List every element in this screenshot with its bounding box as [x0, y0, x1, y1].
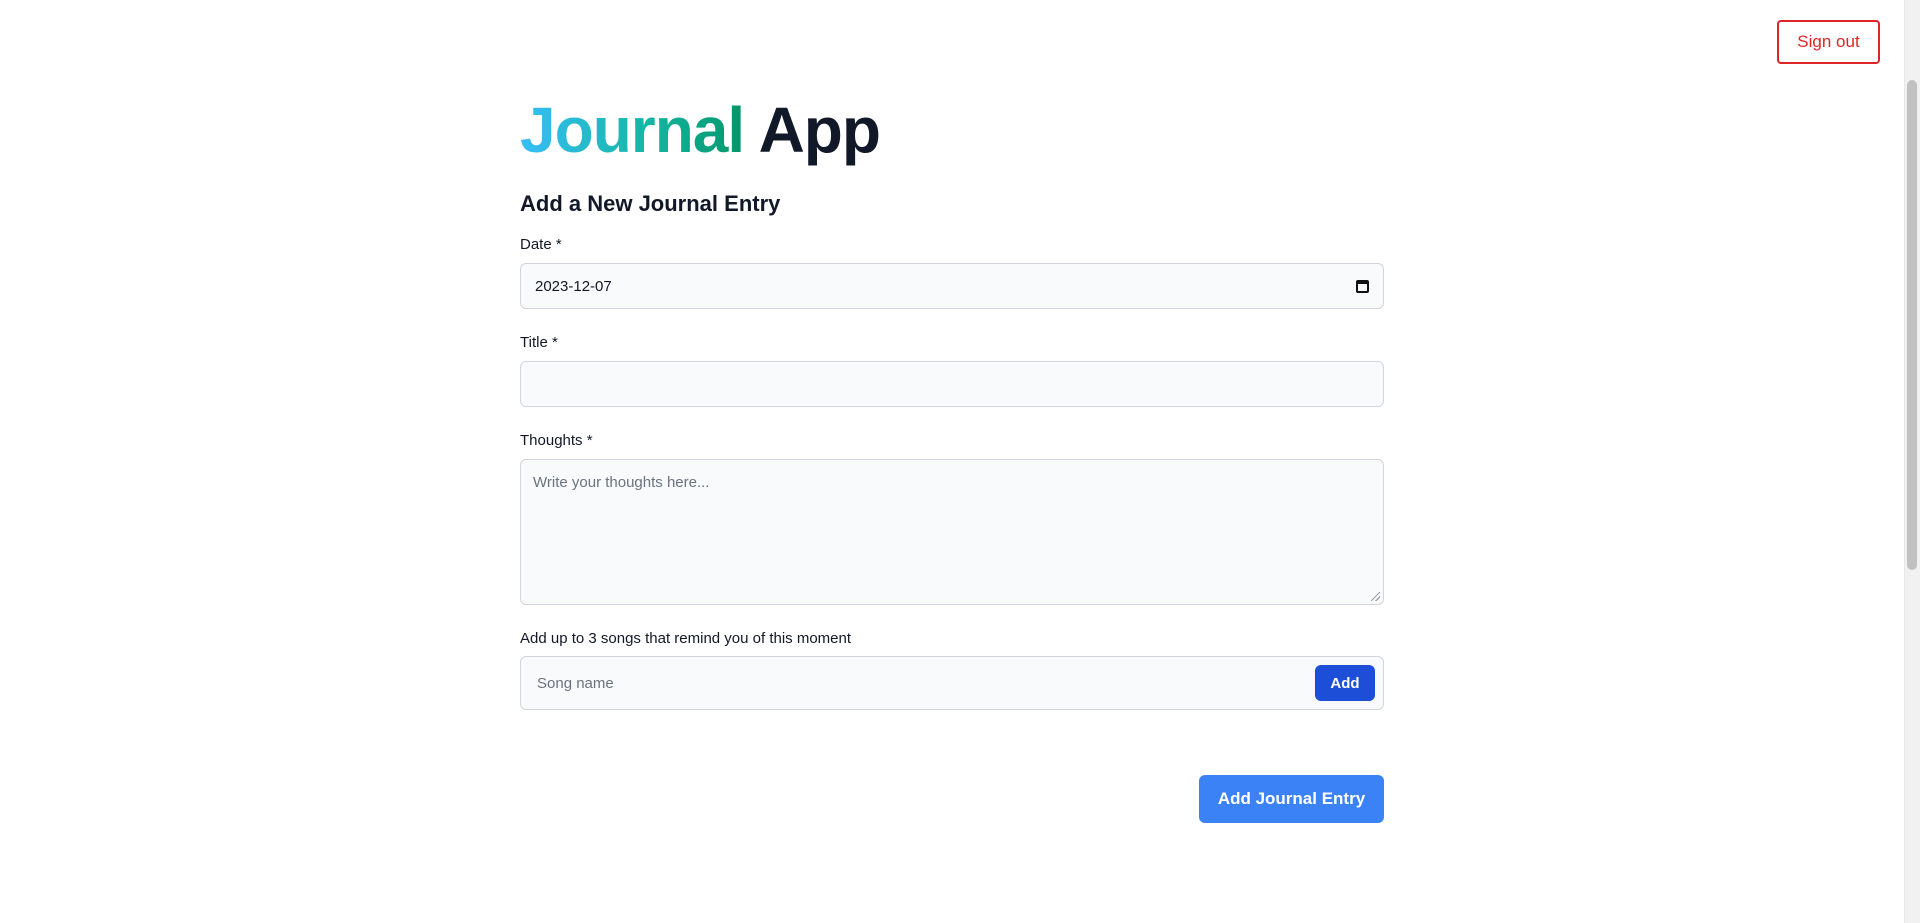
calendar-icon[interactable] — [1356, 279, 1369, 293]
page-scrollbar[interactable] — [1904, 0, 1920, 923]
title-label: Title * — [520, 334, 558, 351]
song-input-group: Song name Add — [520, 656, 1384, 710]
date-label: Date * — [520, 236, 562, 253]
date-value: 2023-12-07 — [535, 277, 612, 295]
thoughts-placeholder: Write your thoughts here... — [533, 474, 710, 491]
resize-grip-icon[interactable] — [1371, 592, 1380, 601]
add-song-button[interactable]: Add — [1315, 665, 1375, 701]
title-input[interactable] — [520, 361, 1384, 407]
thoughts-textarea[interactable]: Write your thoughts here... — [520, 459, 1384, 605]
song-name-input[interactable]: Song name — [537, 675, 614, 692]
songs-label: Add up to 3 songs that remind you of thi… — [520, 630, 852, 647]
form-heading: Add a New Journal Entry — [520, 191, 781, 216]
sign-out-button[interactable]: Sign out — [1777, 20, 1880, 64]
thoughts-label: Thoughts * — [520, 432, 593, 449]
app-title-app: App — [758, 94, 881, 166]
add-journal-entry-button[interactable]: Add Journal Entry — [1199, 775, 1384, 823]
scrollbar-thumb[interactable] — [1907, 80, 1917, 570]
app-title: Journal App — [520, 92, 881, 168]
app-title-journal: Journal — [520, 94, 745, 166]
date-input[interactable]: 2023-12-07 — [520, 263, 1384, 309]
